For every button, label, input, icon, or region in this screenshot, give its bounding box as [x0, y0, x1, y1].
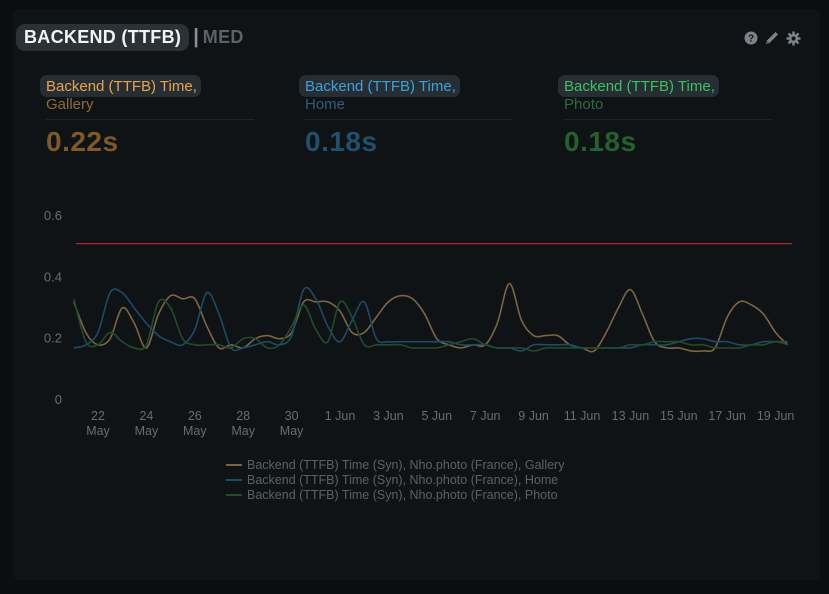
- x-tick-label: 1 Jun: [325, 409, 356, 423]
- x-tick-label: 22: [91, 409, 105, 423]
- x-tick-label: May: [183, 424, 207, 438]
- y-tick-label: 0.2: [44, 331, 62, 346]
- series-line-photo: [73, 298, 788, 352]
- legend-item-photo[interactable]: Backend (TTFB) Time (Syn), Nho.photo (Fr…: [226, 487, 564, 502]
- line-chart[interactable]: 0.60.40.2022May24May26May28May30May1 Jun…: [0, 0, 829, 594]
- legend-swatch: [226, 463, 242, 466]
- x-tick-label: 13 Jun: [612, 409, 650, 423]
- y-tick-label: 0.4: [44, 269, 62, 284]
- x-tick-label: 15 Jun: [660, 409, 698, 423]
- x-tick-label: 24: [139, 409, 153, 423]
- legend-item-gallery[interactable]: Backend (TTFB) Time (Syn), Nho.photo (Fr…: [226, 457, 564, 472]
- legend-label: Backend (TTFB) Time (Syn), Nho.photo (Fr…: [247, 457, 565, 472]
- legend-swatch: [226, 493, 242, 496]
- x-tick-label: 19 Jun: [757, 409, 795, 423]
- x-tick-label: May: [280, 424, 304, 438]
- legend-label: Backend (TTFB) Time (Syn), Nho.photo (Fr…: [247, 472, 559, 487]
- x-tick-label: 3 Jun: [373, 409, 404, 423]
- x-tick-label: May: [86, 424, 110, 438]
- x-tick-label: May: [135, 424, 159, 438]
- x-tick-label: 30: [285, 409, 299, 423]
- y-tick-label: 0: [55, 392, 62, 407]
- x-tick-label: 11 Jun: [564, 409, 601, 423]
- y-tick-label: 0.6: [44, 208, 62, 223]
- legend-label: Backend (TTFB) Time (Syn), Nho.photo (Fr…: [247, 487, 558, 502]
- x-tick-label: 5 Jun: [422, 409, 453, 423]
- x-tick-label: 26: [188, 409, 202, 423]
- x-tick-label: 17 Jun: [708, 409, 746, 423]
- legend-swatch: [226, 478, 242, 481]
- legend-item-home[interactable]: Backend (TTFB) Time (Syn), Nho.photo (Fr…: [226, 472, 564, 487]
- x-tick-label: May: [231, 424, 255, 438]
- x-tick-label: 7 Jun: [470, 409, 501, 423]
- chart-legend: Backend (TTFB) Time (Syn), Nho.photo (Fr…: [226, 457, 564, 502]
- x-tick-label: 28: [236, 409, 250, 423]
- x-tick-label: 9 Jun: [518, 409, 549, 423]
